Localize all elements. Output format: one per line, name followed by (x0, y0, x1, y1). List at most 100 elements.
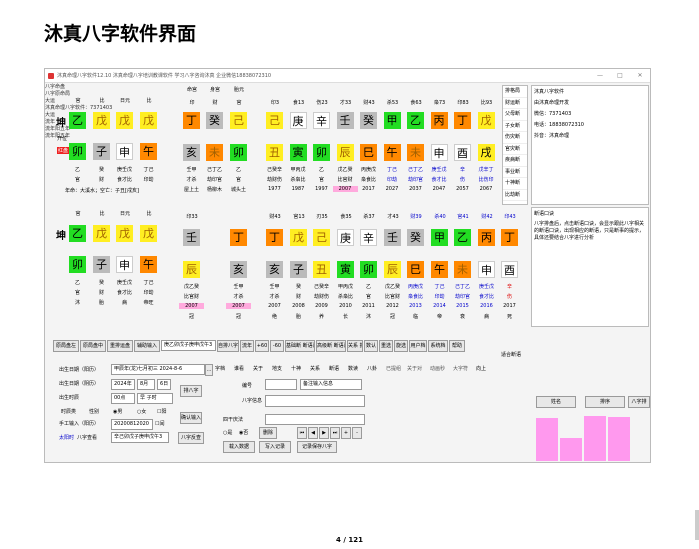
nav-button[interactable]: ⏮ (297, 427, 307, 439)
label-taiyang[interactable]: 太阳时 (59, 434, 74, 441)
nav-button[interactable]: ▶ (319, 427, 329, 439)
toolbar-button[interactable]: 原局盘左 (53, 340, 79, 352)
select-hour[interactable]: 00点 (111, 393, 135, 404)
tab-item[interactable]: 地支 (272, 365, 290, 372)
luck-stem: 辛 (360, 229, 377, 246)
dayun-top: 食63 (410, 100, 422, 106)
dayun-branch: 戌 (477, 144, 495, 161)
sidebar-item[interactable]: 父母断 (503, 109, 527, 121)
check-yang[interactable]: ☐阳 (157, 408, 166, 415)
tab-item[interactable]: 大字符 (453, 365, 475, 372)
radio-yes[interactable]: ○是 (223, 429, 232, 436)
nav-button[interactable]: ◀ (308, 427, 318, 439)
toolbar-button[interactable]: 辅助输入 (134, 340, 160, 352)
input-remark[interactable]: 备注输入信息 (300, 379, 362, 390)
dayun-top: 才33 (339, 100, 352, 106)
input-manual[interactable]: 20200812020 (111, 419, 153, 430)
toolbar-button[interactable]: -60 (270, 340, 284, 352)
minimize-icon[interactable]: — (590, 72, 610, 79)
rank-sort-button[interactable]: 排序 (585, 396, 625, 408)
input-bazi[interactable]: 辛己卯戊子庚申戊午3 (111, 432, 169, 443)
sidebar-item[interactable]: 伤灾断 (503, 132, 527, 144)
check-run[interactable]: ☐闰 (155, 420, 164, 427)
load-button[interactable]: 载入数据 (223, 441, 255, 453)
toolbar-button[interactable]: 重排运盘 (107, 340, 133, 352)
input-bazi-info[interactable] (265, 395, 365, 407)
toolbar-button[interactable]: +60 (255, 340, 269, 352)
tab-item[interactable]: 已提组 (386, 365, 406, 372)
input-bianhao[interactable] (265, 379, 297, 390)
radio-no[interactable]: ◉否 (239, 429, 248, 436)
sidebar-item[interactable]: 疾病断 (503, 155, 527, 167)
toolbar-button[interactable]: 旋选 (394, 340, 408, 352)
select-month[interactable]: 8月 (137, 379, 155, 390)
radio-male[interactable]: ◉男 (113, 408, 122, 415)
sidebar-item[interactable]: 排格局 (503, 86, 527, 98)
maximize-icon[interactable]: □ (610, 72, 630, 79)
tab-item[interactable]: 数读 (348, 365, 366, 372)
toolbar-button[interactable]: 帮助 (449, 340, 465, 352)
bazi-reverse-button[interactable]: 八字反查 (178, 432, 204, 444)
tiangan-header: 命宫 (186, 87, 197, 93)
sidebar-item[interactable]: 比劫断 (503, 190, 527, 201)
tab-item[interactable]: 向上 (476, 365, 498, 372)
dayun-branch: 寅 (289, 144, 307, 161)
tiangan-h1: 己丁乙 (206, 167, 222, 173)
rank-bazi-button[interactable]: 八字排 (628, 396, 650, 408)
sidebar-item[interactable]: 事业断 (503, 167, 527, 178)
luck-state: 养 (318, 314, 324, 320)
nav-button[interactable]: + (341, 427, 351, 439)
toolbar-button[interactable]: 流年 (240, 340, 254, 352)
tab-item[interactable]: 关于 (253, 365, 271, 372)
write-button[interactable]: 写入记录 (259, 441, 291, 453)
pai-button[interactable]: 排八字 (180, 385, 202, 397)
tab-item[interactable]: 动画秒 (430, 365, 452, 372)
toolbar-button[interactable]: 基础断 断语阅 (285, 340, 315, 352)
toolbar-button[interactable]: 高级断 断语阅 (316, 340, 346, 352)
more-button[interactable]: ... (205, 364, 213, 376)
tab-item[interactable]: 关于对 (407, 365, 429, 372)
select-year[interactable]: 2024年 (111, 379, 135, 390)
input-solar[interactable]: 甲辰年(龙)七月初三 2024-8-6 (111, 364, 205, 375)
tab-item[interactable]: 八卦 (367, 365, 385, 372)
luck-h2: 财 (295, 294, 301, 300)
toolbar-button[interactable]: 用户档 (409, 340, 427, 352)
info-line: 微信：7371403 (534, 111, 572, 117)
tab-item[interactable]: 字档 (215, 365, 233, 372)
nav-button[interactable]: - (352, 427, 362, 439)
red-badge[interactable]: 红盘 (57, 147, 70, 154)
sidebar-item[interactable]: 财运断 (503, 98, 527, 109)
toolbar-button[interactable]: 系统档 (428, 340, 448, 352)
tab-item[interactable]: 十神 (291, 365, 309, 372)
toolbar-button[interactable]: 数认 (364, 340, 378, 352)
toolbar-button[interactable]: 重选 (379, 340, 393, 352)
luck-state: 病 (483, 314, 489, 320)
close-icon[interactable]: ✕ (630, 72, 650, 79)
info-line: 电话：18838072310 (534, 122, 584, 128)
nav-button[interactable]: ⏭ (330, 427, 340, 439)
save-button[interactable]: 记录保存八字 (297, 441, 337, 453)
toolbar-button[interactable]: 自排八字 (217, 340, 239, 352)
dayun-year: 2047 (432, 186, 446, 192)
rank-name-button[interactable]: 姓名 (536, 396, 576, 408)
tab-item[interactable]: 关系 (310, 365, 328, 372)
pillar-stem: 戊 (116, 225, 133, 242)
input-sizhu[interactable] (265, 414, 365, 425)
tab-item[interactable]: 断语 (329, 365, 347, 372)
confirm-button[interactable]: 确认输入 (180, 412, 202, 424)
sidebar-item[interactable]: 官灾断 (503, 144, 527, 155)
dayun-h2: 印劫 (386, 177, 397, 183)
toolbar-button[interactable]: 关系 报告 (347, 340, 363, 352)
pillar-branch: 子 (93, 256, 110, 273)
toolbar-button[interactable]: 原局盘中 (80, 340, 106, 352)
tab-item[interactable]: 谁看 (234, 365, 252, 372)
toolbar-input[interactable]: 庚乙卯戊子庚申戊午3 (161, 340, 216, 351)
select-hour2[interactable]: 早 子时 (137, 393, 173, 404)
radio-female[interactable]: ○女 (137, 408, 146, 415)
luck-year: 2010 (339, 303, 352, 309)
sidebar-item[interactable]: 子女断 (503, 121, 527, 132)
scrollbar[interactable] (695, 510, 699, 540)
select-day[interactable]: 6日 (157, 379, 171, 390)
sidebar-item[interactable]: 十神断 (503, 178, 527, 190)
delete-button[interactable]: 删除 (259, 427, 277, 439)
